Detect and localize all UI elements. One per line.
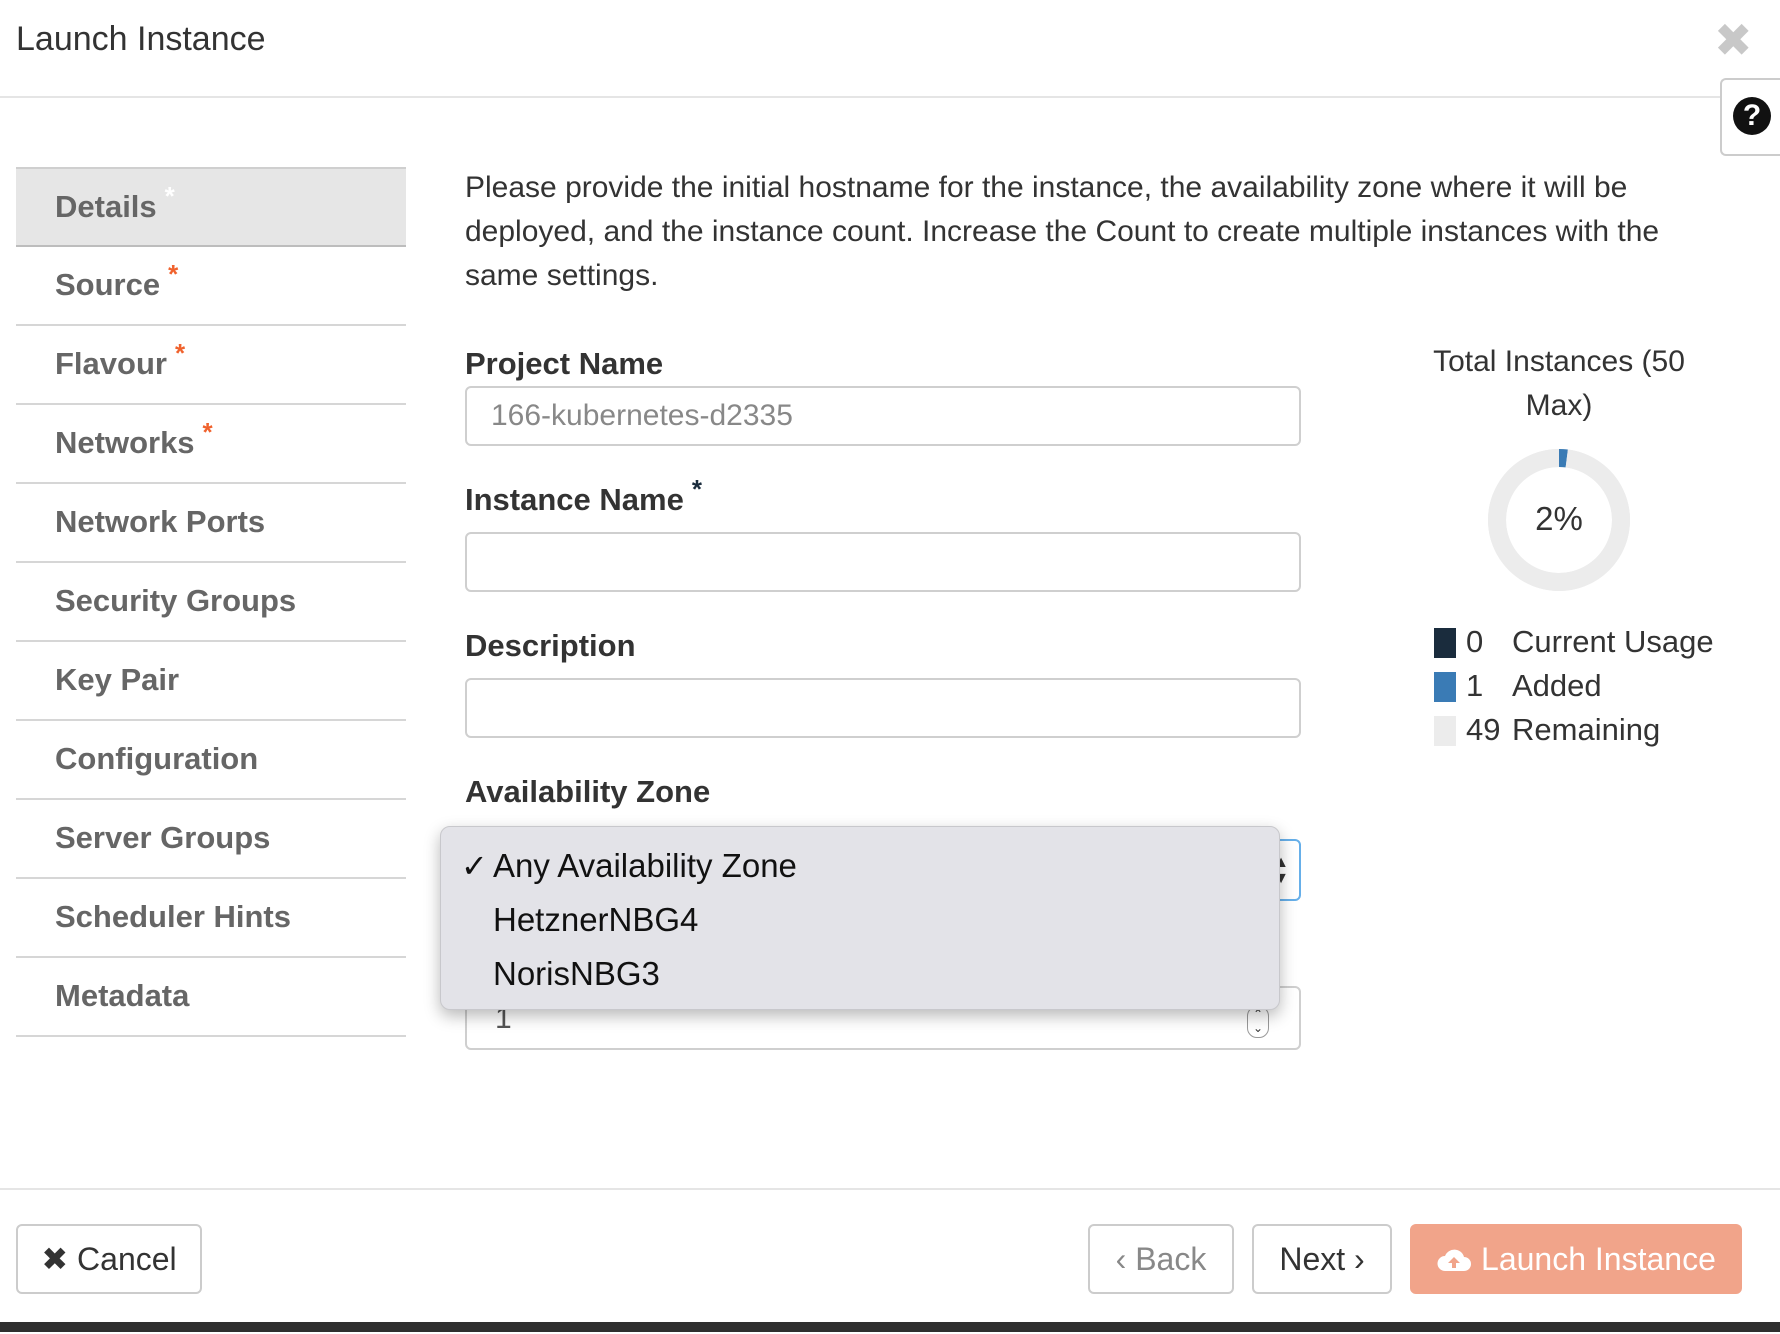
bottom-bar bbox=[0, 1322, 1780, 1332]
cancel-button-label: Cancel bbox=[77, 1241, 177, 1277]
nav-item-label: Key Pair bbox=[55, 662, 179, 698]
nav-item-label-wrap: Networks* bbox=[55, 425, 213, 461]
nav-item-details[interactable]: Details * bbox=[16, 167, 406, 247]
donut-center-label: 2% bbox=[1486, 500, 1632, 538]
project-name-label: Project Name bbox=[465, 346, 663, 382]
nav-item-security-groups[interactable]: Security Groups bbox=[16, 563, 406, 642]
question-circle-icon: ? bbox=[1733, 97, 1771, 135]
instance-name-input[interactable] bbox=[465, 532, 1301, 592]
wizard-nav: Details * Source * Flavour * Networks * Network … bbox=[16, 167, 406, 1037]
nav-item-metadata[interactable]: Metadata bbox=[16, 958, 406, 1037]
legend-label: Remaining bbox=[1512, 712, 1660, 748]
availability-zone-label: Availability Zone bbox=[465, 774, 710, 810]
nav-item-key-pair[interactable]: Key Pair bbox=[16, 642, 406, 721]
nav-item-configuration[interactable]: Configuration bbox=[16, 721, 406, 800]
nav-item-flavour[interactable]: Flavour * bbox=[16, 326, 406, 405]
required-mark: * bbox=[165, 181, 175, 211]
required-mark: * bbox=[692, 474, 702, 504]
nav-item-source[interactable]: Source * bbox=[16, 247, 406, 326]
nav-item-label: Network Ports bbox=[55, 504, 265, 540]
launch-instance-button[interactable]: Launch Instance bbox=[1410, 1224, 1742, 1294]
dropdown-option-any-zone[interactable]: Any Availability Zone bbox=[493, 847, 797, 885]
legend-value: 1 bbox=[1466, 668, 1483, 704]
description-label: Description bbox=[465, 628, 636, 664]
help-button[interactable]: ? bbox=[1720, 78, 1780, 156]
instance-name-label: Instance Name* bbox=[465, 482, 702, 518]
legend-value: 0 bbox=[1466, 624, 1483, 660]
required-mark: * bbox=[203, 417, 213, 447]
modal-title: Launch Instance bbox=[16, 20, 266, 59]
chevron-left-icon: ‹ bbox=[1116, 1241, 1127, 1277]
close-icon[interactable]: ✖ bbox=[1714, 18, 1753, 62]
cloud-upload-icon bbox=[1436, 1247, 1472, 1273]
required-mark: * bbox=[175, 338, 185, 368]
next-button-label: Next bbox=[1279, 1241, 1345, 1277]
dropdown-option-norisnbg3[interactable]: NorisNBG3 bbox=[493, 955, 660, 993]
nav-item-network-ports[interactable]: Network Ports bbox=[16, 484, 406, 563]
nav-item-label-wrap: Source* bbox=[55, 267, 178, 303]
legend-label: Added bbox=[1512, 668, 1602, 704]
instance-name-label-text: Instance Name bbox=[465, 482, 684, 517]
spinner-icon[interactable]: ⌃⌄ bbox=[1247, 1006, 1269, 1038]
nav-item-label: Security Groups bbox=[55, 583, 296, 619]
legend-swatch-current-usage bbox=[1434, 628, 1456, 658]
nav-item-label-wrap: Flavour* bbox=[55, 346, 185, 382]
nav-item-label: Configuration bbox=[55, 741, 258, 777]
modal-footer: ✖ Cancel ‹ Back Next › Launch Instance bbox=[0, 1188, 1780, 1334]
chart-title: Total Instances (50 Max) bbox=[1400, 340, 1718, 428]
launch-button-label: Launch Instance bbox=[1481, 1241, 1716, 1277]
nav-item-label: Server Groups bbox=[55, 820, 270, 856]
nav-item-label: Networks bbox=[55, 425, 195, 460]
description-input[interactable] bbox=[465, 678, 1301, 738]
cancel-button[interactable]: ✖ Cancel bbox=[16, 1224, 202, 1294]
legend-swatch-remaining bbox=[1434, 716, 1456, 746]
legend-swatch-added bbox=[1434, 672, 1456, 702]
back-button[interactable]: ‹ Back bbox=[1088, 1224, 1234, 1294]
nav-item-label: Scheduler Hints bbox=[55, 899, 291, 935]
nav-item-label: Details bbox=[55, 189, 157, 224]
modal-header: Launch Instance ✖ bbox=[0, 0, 1780, 98]
details-intro: Please provide the initial hostname for … bbox=[465, 166, 1735, 298]
nav-item-label: Source bbox=[55, 267, 160, 302]
chevron-right-icon: › bbox=[1354, 1241, 1365, 1277]
nav-item-scheduler-hints[interactable]: Scheduler Hints bbox=[16, 879, 406, 958]
times-icon: ✖ bbox=[41, 1241, 68, 1277]
back-button-label: Back bbox=[1135, 1241, 1206, 1277]
availability-zone-dropdown: ✓ Any Availability Zone HetznerNBG4 Nori… bbox=[440, 826, 1280, 1010]
nav-item-label: Metadata bbox=[55, 978, 189, 1014]
dropdown-option-hetznernbg4[interactable]: HetznerNBG4 bbox=[493, 901, 698, 939]
required-mark: * bbox=[168, 259, 178, 289]
legend-label: Current Usage bbox=[1512, 624, 1714, 660]
project-name-input bbox=[465, 386, 1301, 446]
nav-item-networks[interactable]: Networks * bbox=[16, 405, 406, 484]
next-button[interactable]: Next › bbox=[1252, 1224, 1392, 1294]
nav-item-label-wrap: Details* bbox=[55, 189, 175, 225]
nav-item-label: Flavour bbox=[55, 346, 167, 381]
legend-value: 49 bbox=[1466, 712, 1500, 748]
nav-item-server-groups[interactable]: Server Groups bbox=[16, 800, 406, 879]
check-icon: ✓ bbox=[461, 847, 488, 885]
